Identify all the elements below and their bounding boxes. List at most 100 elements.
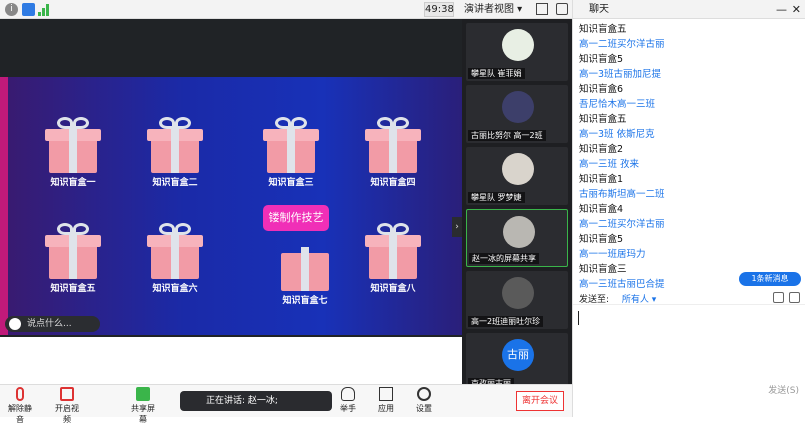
- video-button[interactable]: 开启视频: [52, 387, 82, 425]
- participant-name: 攀星队 崔菲娟: [468, 68, 525, 79]
- share-screen-button[interactable]: 共享屏幕: [128, 387, 158, 425]
- gift-box-3: 知识盲盒三: [256, 117, 326, 188]
- open-gift-icon: [275, 235, 335, 291]
- collapse-gallery-button[interactable]: ›: [452, 217, 462, 237]
- chat-message: 知识盲盒1: [579, 174, 624, 185]
- chat-message: 知识盲盒6: [579, 84, 624, 95]
- gift-icon: [363, 223, 423, 279]
- hand-icon: [341, 387, 355, 401]
- chat-message: 高一三班 孜来: [579, 159, 640, 170]
- network-signal-icon[interactable]: [38, 3, 51, 16]
- text-caret: [578, 311, 579, 325]
- chat-message: 知识盲盒五: [579, 24, 627, 35]
- topic-badge: 镂制作技艺: [263, 205, 329, 231]
- layout-icon[interactable]: [556, 3, 568, 15]
- mute-button[interactable]: 解除静音: [6, 387, 34, 425]
- gift-box-2: 知识盲盒二: [140, 117, 210, 188]
- meeting-top-bar: i 49:38 演讲者视图 ▾: [0, 0, 572, 19]
- participant-name: 古丽比努尔 高一2班: [468, 130, 546, 141]
- gift-box-label: 知识盲盒八: [370, 284, 416, 294]
- chat-message: 古丽布斯坦高一二班: [579, 189, 665, 200]
- chat-message: 高一二班买尔洋古丽: [579, 39, 665, 50]
- security-shield-icon[interactable]: [22, 3, 35, 16]
- presentation-slide: 知识盲盒一 知识盲盒二 知识盲盒三 知识盲盒四 知识盲盒五 知识盲盒六 知识盲盒…: [0, 77, 462, 335]
- raise-hand-button[interactable]: 举手: [338, 387, 358, 414]
- gift-icon: [43, 117, 103, 173]
- video-label: 开启视频: [55, 404, 79, 424]
- chat-message: 知识盲盒2: [579, 144, 624, 155]
- chat-message: 高一一班居玛力: [579, 249, 646, 260]
- chat-title: 聊天: [589, 4, 609, 15]
- gift-box-6: 知识盲盒六: [140, 223, 210, 294]
- hand-label: 举手: [340, 404, 356, 413]
- view-mode-dropdown[interactable]: 演讲者视图 ▾: [460, 2, 526, 17]
- chat-message-list: 知识盲盒五 高一二班买尔洋古丽 知识盲盒5 高一3班古丽加尼提 知识盲盒6 吾尼…: [579, 22, 799, 292]
- gift-box-4: 知识盲盒四: [358, 117, 428, 188]
- fullscreen-icon[interactable]: [536, 3, 548, 15]
- mute-label: 解除静音: [8, 404, 32, 424]
- apps-button[interactable]: 应用: [376, 387, 396, 414]
- chat-header: 聊天 — ✕: [573, 0, 805, 19]
- participant-name: 攀星队 罗梦婕: [468, 192, 525, 203]
- avatar: [502, 29, 534, 61]
- chat-message: 吾尼恰木高一三班: [579, 99, 656, 110]
- participant-tile[interactable]: 古丽比努尔 高一2班: [466, 85, 568, 143]
- avatar: [503, 216, 535, 248]
- gift-box-label: 知识盲盒七: [282, 296, 328, 306]
- avatar: [502, 277, 534, 309]
- speaking-indicator: 正在讲话: 赵一冰;: [180, 391, 332, 411]
- participant-tile[interactable]: 攀星队 罗梦婕: [466, 147, 568, 205]
- minimize-icon[interactable]: —: [776, 0, 787, 19]
- chat-message: 高一3班 依斯尼克: [579, 129, 655, 140]
- gift-icon: [363, 117, 423, 173]
- settings-button[interactable]: 设置: [414, 387, 434, 414]
- gift-icon: [261, 117, 321, 173]
- chat-input[interactable]: 发送(S): [573, 304, 805, 400]
- gift-box-label: 知识盲盒二: [152, 178, 198, 188]
- new-messages-button[interactable]: 1条新消息: [739, 272, 801, 286]
- leave-meeting-button[interactable]: 离开会议: [516, 391, 564, 411]
- share-label: 共享屏幕: [131, 404, 155, 424]
- participant-tile[interactable]: 古丽 克孜丽古丽: [466, 333, 568, 391]
- microphone-off-icon: [16, 387, 24, 401]
- settings-label: 设置: [416, 404, 432, 413]
- slide-edge-decoration: [0, 77, 8, 335]
- meeting-toolbar: 解除静音 开启视频 共享屏幕 正在讲话: 赵一冰; 举手 应用 设置 离开会议: [0, 384, 572, 424]
- gift-box-label: 知识盲盒一: [50, 178, 96, 188]
- emoji-icon[interactable]: [9, 318, 21, 330]
- gear-icon: [417, 387, 431, 401]
- chat-message: 知识盲盒4: [579, 204, 624, 215]
- comment-input[interactable]: 说点什么...: [5, 316, 100, 332]
- gift-box-1: 知识盲盒一: [38, 117, 108, 188]
- close-icon[interactable]: ✕: [792, 0, 801, 19]
- comment-placeholder: 说点什么...: [27, 319, 72, 329]
- chat-message: 高一二班买尔洋古丽: [579, 219, 665, 230]
- gift-box-5: 知识盲盒五: [38, 223, 108, 294]
- gift-box-label: 知识盲盒三: [268, 178, 314, 188]
- gift-icon: [145, 117, 205, 173]
- gift-box-label: 知识盲盒四: [370, 178, 416, 188]
- chat-message: 高一3班古丽加尼提: [579, 69, 662, 80]
- info-icon[interactable]: i: [5, 3, 18, 16]
- participant-gallery: 攀星队 崔菲娟 古丽比努尔 高一2班 攀星队 罗梦婕 赵一冰的屏幕共享 高一2班…: [462, 19, 572, 394]
- avatar: [502, 91, 534, 123]
- chat-message: 知识盲盒5: [579, 54, 624, 65]
- participant-tile[interactable]: 攀星队 崔菲娟: [466, 23, 568, 81]
- file-icon[interactable]: [773, 292, 784, 303]
- send-button[interactable]: 发送(S): [768, 383, 799, 396]
- gift-box-label: 知识盲盒六: [152, 284, 198, 294]
- participant-tile[interactable]: 高一2班迪丽吐尔珍: [466, 271, 568, 329]
- chat-message: 知识盲盒5: [579, 234, 624, 245]
- share-screen-icon: [136, 387, 150, 401]
- more-icon[interactable]: [789, 292, 800, 303]
- chat-message: 知识盲盒五: [579, 114, 627, 125]
- apps-label: 应用: [378, 404, 394, 413]
- camera-off-icon: [60, 387, 74, 401]
- participant-name: 高一2班迪丽吐尔珍: [468, 316, 544, 327]
- avatar: [502, 153, 534, 185]
- participant-name: 赵一冰的屏幕共享: [469, 253, 539, 264]
- gift-icon: [145, 223, 205, 279]
- participant-tile-active[interactable]: 赵一冰的屏幕共享: [466, 209, 568, 267]
- gift-box-label: 知识盲盒五: [50, 284, 96, 294]
- gift-icon: [43, 223, 103, 279]
